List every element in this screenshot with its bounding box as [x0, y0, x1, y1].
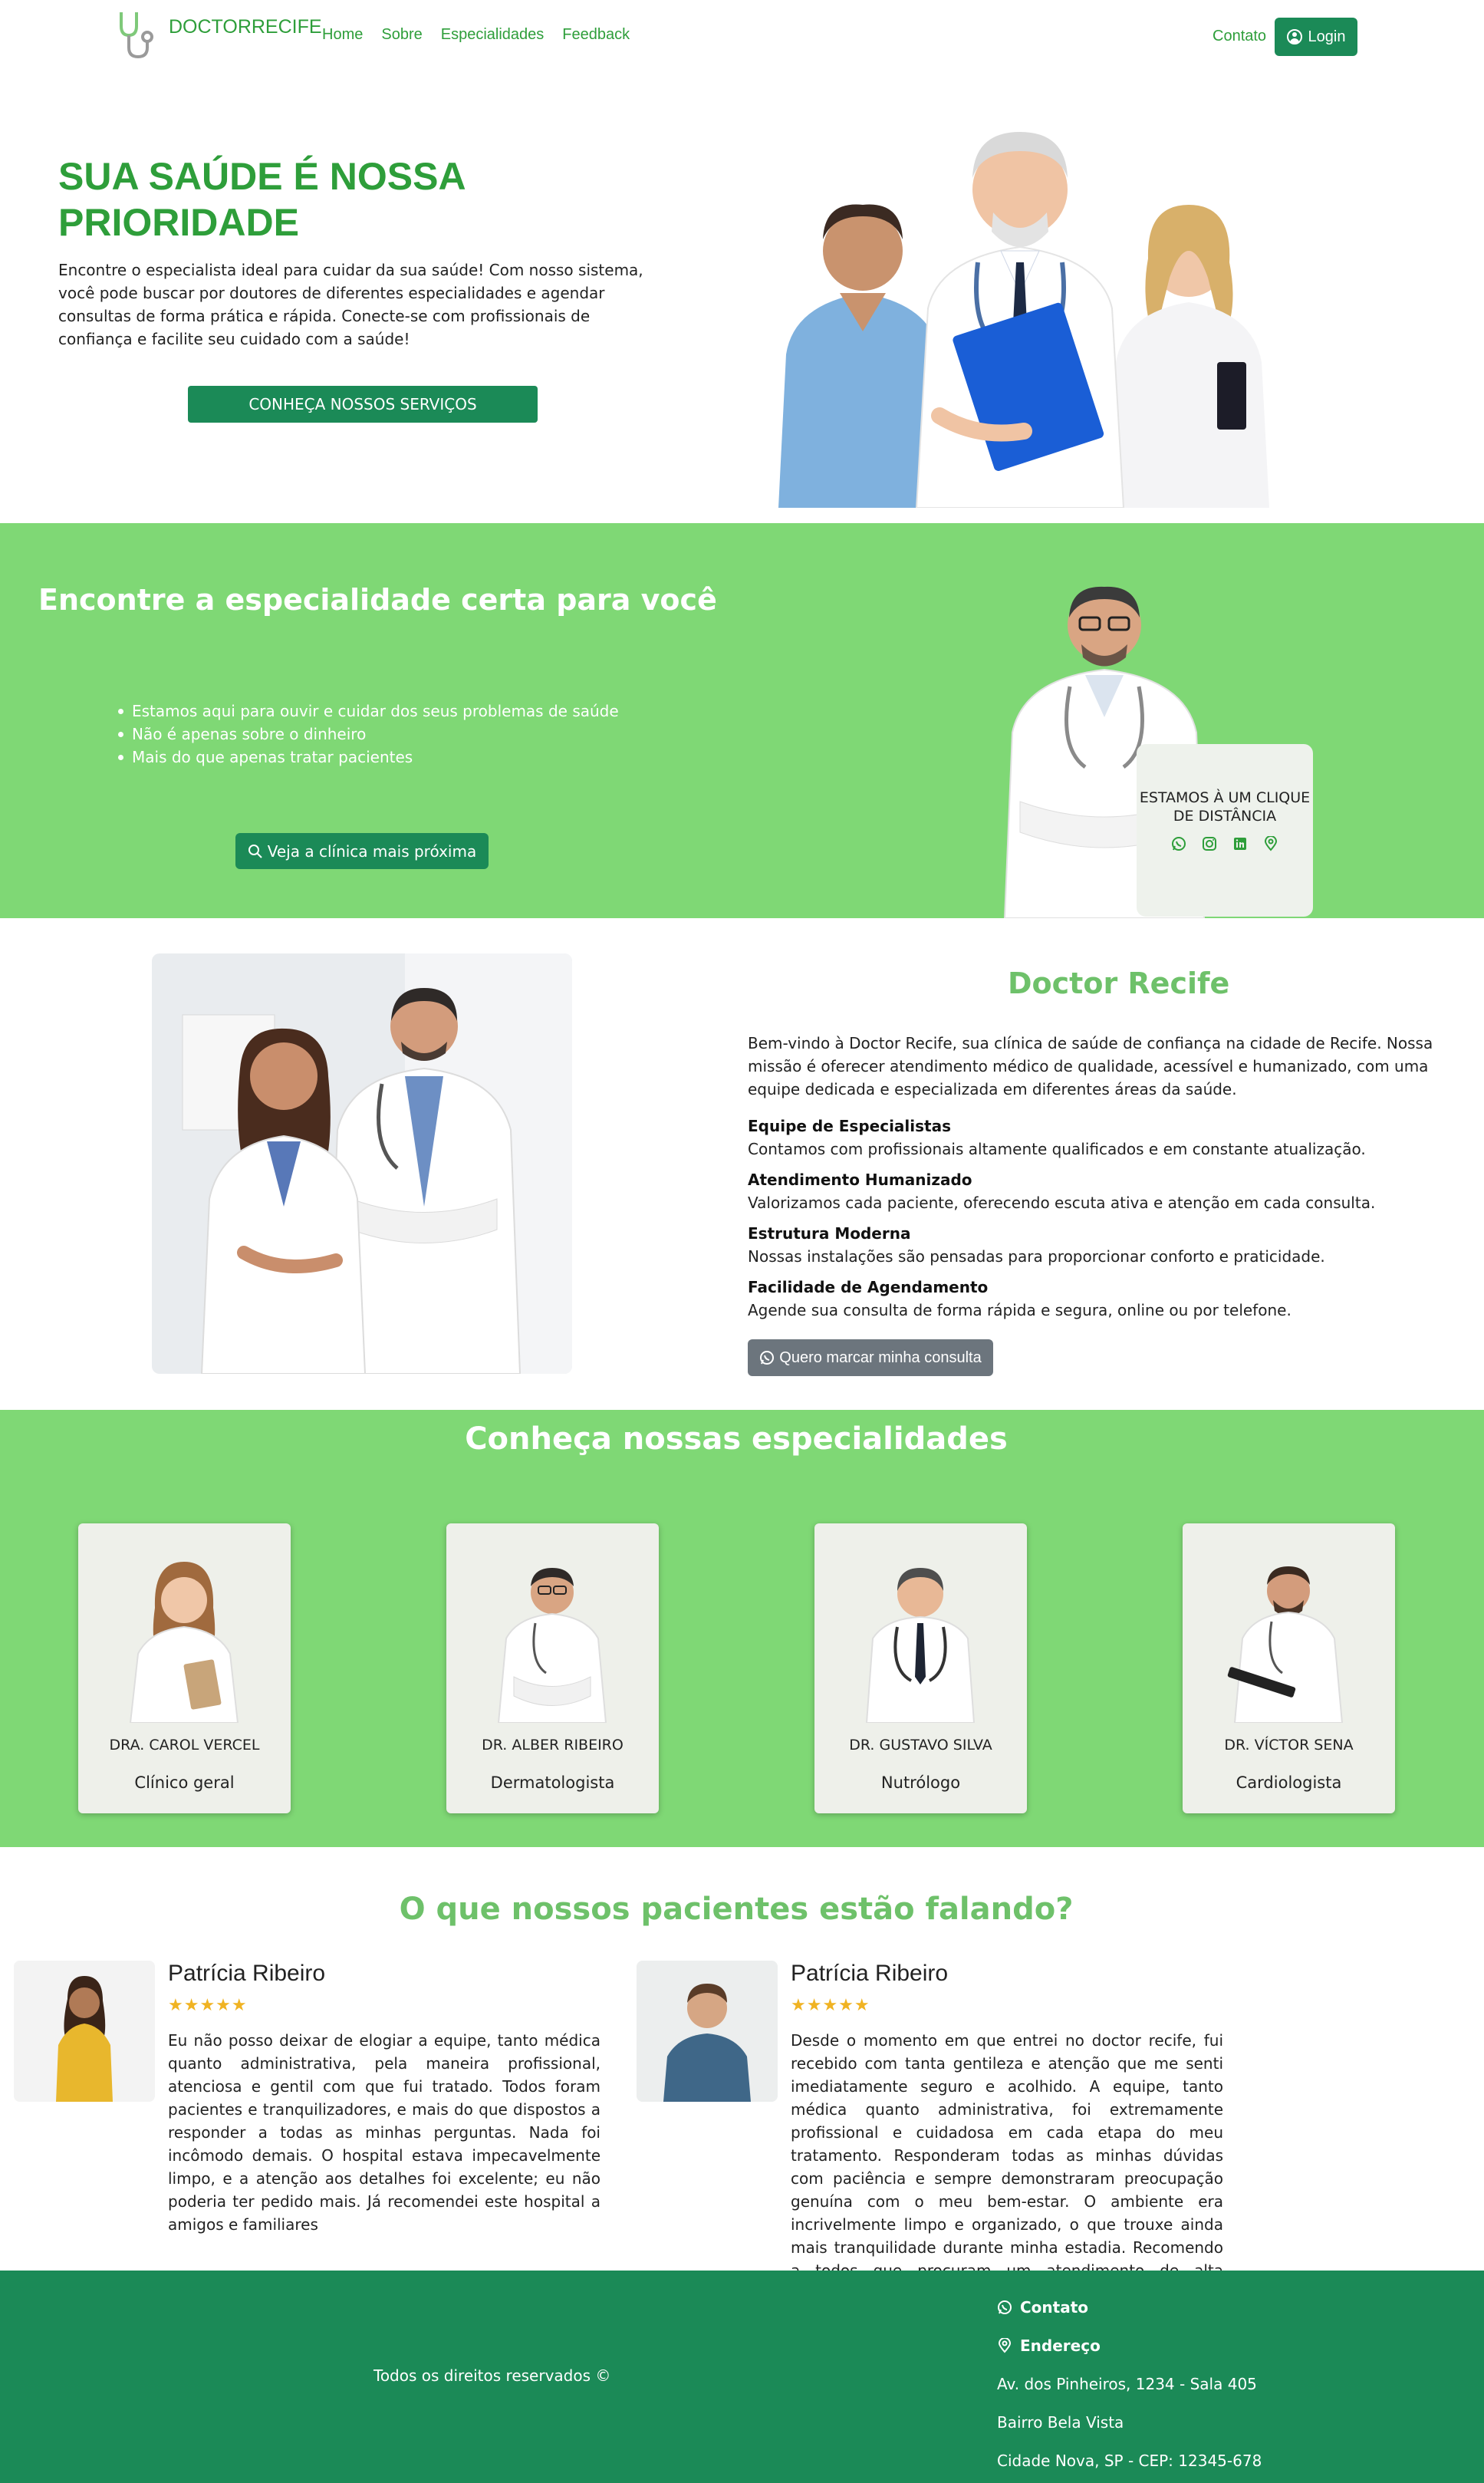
whatsapp-icon — [998, 2300, 1012, 2314]
specialty-card[interactable]: DR. ALBER RIBEIRO Dermatologista — [446, 1523, 659, 1813]
nav-link-sobre[interactable]: Sobre — [381, 26, 422, 44]
map-pin-icon[interactable] — [1263, 835, 1278, 851]
footer-contact-label: Contato — [1020, 2298, 1089, 2317]
linkedin-icon[interactable] — [1232, 836, 1248, 851]
hero-title: SUA SAÚDE É NOSSA PRIORIDADE — [58, 155, 465, 244]
nav-link-home[interactable]: Home — [322, 26, 363, 44]
specialty-role: Clínico geral — [134, 1773, 235, 1792]
login-button[interactable]: Login — [1275, 18, 1357, 56]
about-item-text: Agende sua consulta de forma rápida e se… — [748, 1301, 1292, 1319]
list-item: Mais do que apenas tratar pacientes — [115, 746, 619, 769]
about-item: Estrutura Moderna Nossas instalações são… — [748, 1222, 1438, 1268]
specialty-card[interactable]: DR. GUSTAVO SILVA Nutrólogo — [814, 1523, 1027, 1813]
testimonials-title: O que nossos pacientes estão falando? — [399, 1892, 1074, 1927]
map-pin-icon — [998, 2338, 1012, 2353]
login-label: Login — [1308, 28, 1346, 45]
about-item-text: Valorizamos cada paciente, oferecendo es… — [748, 1194, 1376, 1212]
navbar: DOCTORRECIFE Home Sobre Especialidades F… — [0, 0, 1484, 74]
list-item: Não é apenas sobre o dinheiro — [115, 723, 619, 746]
contact-card-text: ESTAMOS À UM CLIQUE DE DISTÂNCIA — [1139, 789, 1311, 825]
specialty-doctor-name: DRA. CAROL VERCEL — [109, 1737, 260, 1754]
book-appointment-label: Quero marcar minha consulta — [779, 1349, 982, 1366]
specialties-title: Conheça nossas especialidades — [465, 1421, 1008, 1457]
nav-links: Home Sobre Especialidades Feedback — [322, 26, 630, 44]
services-button[interactable]: CONHEÇA NOSSOS SERVIÇOS — [188, 386, 538, 423]
user-circle-icon — [1286, 29, 1302, 44]
brand-name: DOCTORRECIFE — [169, 15, 322, 38]
nav-link-feedback[interactable]: Feedback — [562, 26, 630, 44]
doctor-photo — [1227, 1566, 1344, 1723]
doctor-photo — [865, 1568, 976, 1723]
banner-title: Encontre a especialidade certa para você — [38, 583, 717, 617]
about-item-heading: Equipe de Especialistas — [748, 1117, 951, 1135]
patient-name: Patrícia Ribeiro — [791, 1961, 949, 1986]
about-item-heading: Atendimento Humanizado — [748, 1171, 972, 1189]
nearest-clinic-label: Veja a clínica mais próxima — [267, 841, 477, 861]
footer-address-line: Bairro Bela Vista — [997, 2413, 1124, 2432]
nav-link-contato[interactable]: Contato — [1213, 28, 1266, 45]
about-item-heading: Estrutura Moderna — [748, 1224, 911, 1243]
specialty-doctor-name: DR. VÍCTOR SENA — [1224, 1737, 1354, 1754]
about-intro: Bem-vindo à Doctor Recife, sua clínica d… — [748, 1034, 1433, 1098]
about-doctors-image — [152, 953, 572, 1374]
about-item-heading: Facilidade de Agendamento — [748, 1278, 989, 1296]
footer-address-label: Endereço — [1020, 2336, 1101, 2355]
rating-stars-icon: ★★★★★ — [168, 1996, 248, 2015]
doctor-photo — [129, 1562, 239, 1723]
book-appointment-button[interactable]: Quero marcar minha consulta — [748, 1339, 993, 1376]
about-item: Facilidade de Agendamento Agende sua con… — [748, 1276, 1438, 1322]
about-item-text: Contamos com profissionais altamente qua… — [748, 1140, 1366, 1158]
specialty-doctor-name: DR. ALBER RIBEIRO — [482, 1737, 624, 1754]
contact-card: ESTAMOS À UM CLIQUE DE DISTÂNCIA — [1137, 744, 1313, 917]
specialty-doctor-name: DR. GUSTAVO SILVA — [849, 1737, 992, 1754]
testimonial-text: Eu não posso deixar de elogiar a equipe,… — [168, 2031, 601, 2234]
specialty-role: Nutrólogo — [880, 1773, 961, 1792]
instagram-icon[interactable] — [1202, 836, 1217, 851]
footer-rights: Todos os direitos reservados © — [373, 2366, 611, 2385]
about-item: Atendimento Humanizado Valorizamos cada … — [748, 1168, 1438, 1214]
specialty-card[interactable]: DRA. CAROL VERCEL Clínico geral — [78, 1523, 291, 1813]
stethoscope-icon — [120, 12, 153, 59]
brand-logo[interactable]: DOCTORRECIFE — [114, 9, 322, 61]
specialty-role: Cardiologista — [1236, 1773, 1342, 1792]
specialty-card[interactable]: DR. VÍCTOR SENA Cardiologista — [1183, 1523, 1395, 1813]
footer-contact-heading[interactable]: Contato — [997, 2288, 1262, 2327]
patient-photo — [14, 1961, 155, 2102]
about-title: Doctor Recife — [1008, 967, 1230, 1000]
whatsapp-icon — [760, 1351, 775, 1365]
whatsapp-icon[interactable] — [1171, 836, 1186, 851]
patient-name: Patrícia Ribeiro — [168, 1961, 326, 1986]
hero-doctors-image — [778, 132, 1269, 508]
banner-list: Estamos aqui para ouvir e cuidar dos seu… — [115, 700, 619, 769]
rating-stars-icon: ★★★★★ — [791, 1996, 870, 2015]
testimonial-text: Desde o momento em que entrei no doctor … — [791, 2031, 1223, 2303]
footer-contact: Contato Endereço Av. dos Pinheiros, 1234… — [997, 2288, 1262, 2480]
footer-address-line: Cidade Nova, SP - CEP: 12345-678 — [997, 2452, 1262, 2470]
patient-photo — [637, 1961, 778, 2102]
footer-address-heading: Endereço — [997, 2327, 1262, 2365]
social-icons — [1137, 835, 1313, 851]
search-icon — [248, 844, 262, 858]
hero-text: Encontre o especialista ideal para cuida… — [58, 261, 643, 348]
specialty-role: Dermatologista — [490, 1773, 615, 1792]
list-item: Estamos aqui para ouvir e cuidar dos seu… — [115, 700, 619, 723]
nearest-clinic-button[interactable]: Veja a clínica mais próxima — [235, 833, 489, 869]
about-item: Equipe de Especialistas Contamos com pro… — [748, 1115, 1438, 1161]
about-item-text: Nossas instalações são pensadas para pro… — [748, 1247, 1325, 1266]
doctor-photo — [497, 1568, 607, 1723]
nav-link-especialidades[interactable]: Especialidades — [441, 26, 545, 44]
footer-address-line: Av. dos Pinheiros, 1234 - Sala 405 — [997, 2375, 1257, 2393]
